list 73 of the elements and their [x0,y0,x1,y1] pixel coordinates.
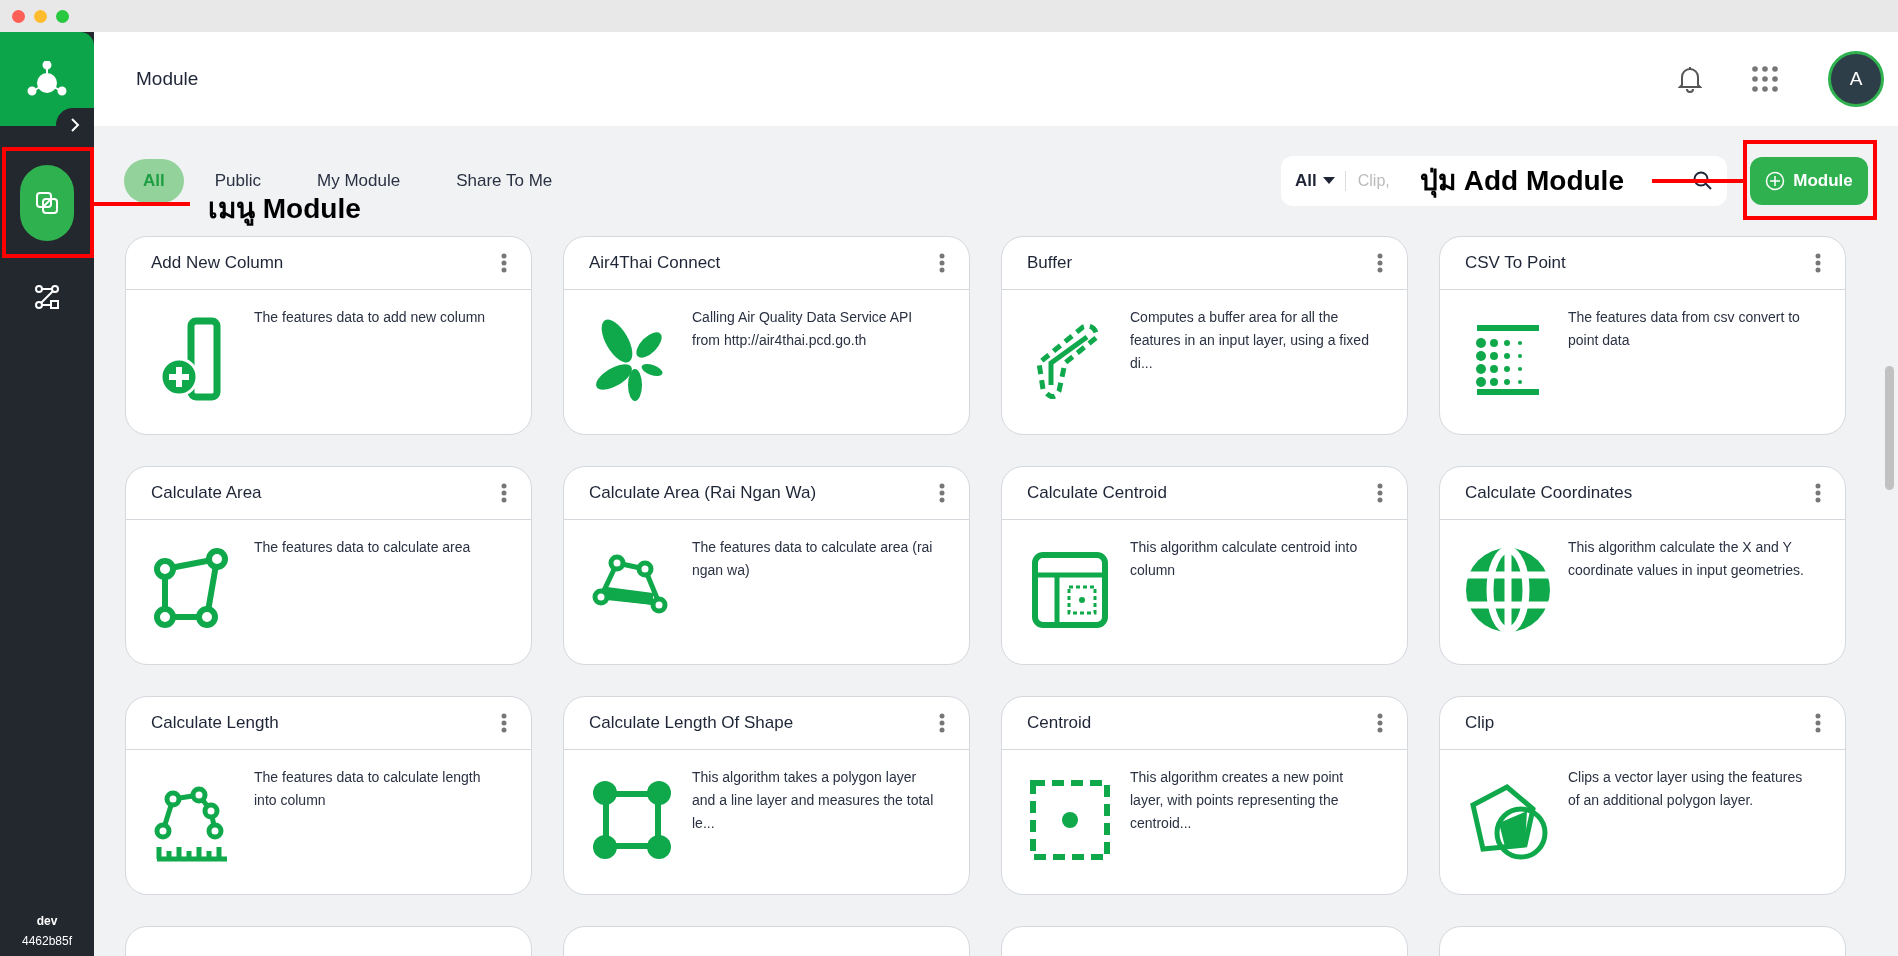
module-title: CSV To Point [1465,253,1567,273]
module-card[interactable]: Air4Thai Connect Calling Air Quality Data Service API from http://air4thai.pcd.go.th [563,236,970,435]
globe-icon [1463,545,1553,635]
module-description: Computes a buffer area for all the features in an input layer, using a fixed di... [1130,308,1370,373]
module-card[interactable]: CSV To Point The features data from csv convert to point data [1439,236,1846,435]
module-title: Calculate Centroid [1027,483,1168,503]
module-title: Add New Column [151,253,285,273]
module-card[interactable]: Calculate Centroid This algorithm calculate centroid into column [1001,466,1408,665]
kebab-icon [939,483,945,503]
filter-tab[interactable]: Share To Me [437,169,572,193]
build-hash: 4462b85f [21,934,73,948]
apps-button[interactable] [1752,66,1778,92]
close-button[interactable] [12,9,25,23]
module-card[interactable]: Centroid This algorithm creates a new point layer, with points representing the centroid... [1001,696,1408,895]
plus-circle-icon [1765,171,1786,191]
bell-icon [1678,65,1702,93]
scope-dropdown[interactable]: All [1295,171,1346,191]
module-title: Centroid [1027,713,1093,733]
chevron-right-icon [69,117,81,133]
kebab-icon [501,253,507,273]
filter-tab[interactable]: My Module [298,169,420,193]
annotation-label: ปุ่ม Add Module [1420,166,1624,196]
module-card[interactable]: Calculate Length Of Shape This algorithm takes a polygon layer and a line layer and measures the total le... [563,696,970,895]
sidebar-nav-button[interactable] [20,165,74,241]
kebab-icon [939,253,945,273]
scrollbar-thumb[interactable] [1885,366,1894,490]
search-icon [1693,171,1713,191]
notifications-button[interactable] [1678,65,1702,93]
module-card[interactable]: Calculate Area (Rai Ngan Wa) The features data to calculate area (rai ngan wa) [563,466,970,665]
page-title: Module [136,68,200,90]
grid-dots-icon [1752,66,1778,92]
kebab-icon [1815,253,1821,273]
kebab-icon [501,713,507,733]
kebab-icon [939,713,945,733]
module-description: The features data to calculate length into column [254,768,482,810]
kebab-icon [501,483,507,503]
annotation-label: เมนู Module [208,194,361,224]
module-title: Calculate Length Of Shape [589,713,795,733]
module-description: The features data to calculate area (rai ngan wa) [692,538,934,580]
module-title: Calculate Length [151,713,280,733]
module-description: This algorithm calculate the X and Y coordinate values in input geometries. [1568,538,1805,580]
module-card[interactable]: Buffer Computes a buffer area for all the features in an input layer, using a fixed di... [1001,236,1408,435]
module-card[interactable]: Calculate Length The features data to calculate length into column [125,696,532,895]
module-description: Clips a vector layer using the features of an additional polygon layer. [1568,768,1804,810]
filter-tab[interactable]: Public [195,169,281,193]
module-description: This algorithm creates a new point layer, with points representing the centroid... [1130,768,1345,833]
user-avatar[interactable]: A [1828,51,1884,107]
module-description: Calling Air Quality Data Service API from http://air4thai.pcd.go.th [692,308,914,350]
module-title: Calculate Area [151,483,263,503]
overlapping-squares-icon [35,191,59,215]
logo-icon [27,61,67,97]
module-card[interactable]: Calculate Area The features data to calculate area [125,466,532,665]
module-title: Air4Thai Connect [589,253,722,273]
workflow-icon [34,284,60,310]
kebab-icon [1377,483,1383,503]
module-title: Calculate Coordinates [1465,483,1634,503]
module-card[interactable]: Add New Column The features data to add new column [125,236,532,435]
kebab-icon [1377,713,1383,733]
module-title: Buffer [1027,253,1074,273]
module-description: The features data from csv convert to point data [1568,308,1801,350]
caret-icon [1322,177,1335,185]
module-title: Calculate Area (Rai Ngan Wa) [589,483,818,503]
module-description: The features data to add new column [254,308,486,327]
module-title: Clip [1465,713,1496,733]
kebab-icon [1815,713,1821,733]
module-card[interactable]: Calculate Coordinates This algorithm calculate the X and Y coordinate values in input geometries. [1439,466,1846,665]
module-description: The features data to calculate area [254,538,471,557]
kebab-icon [1815,483,1821,503]
module-description: This algorithm takes a polygon layer and a line layer and measures the total le... [692,768,935,833]
environment-label: dev [36,914,58,928]
module-description: This algorithm calculate centroid into column [1130,538,1359,580]
module-card[interactable]: Clip Clips a vector layer using the features of an additional polygon layer. [1439,696,1846,895]
kebab-icon [1377,253,1383,273]
